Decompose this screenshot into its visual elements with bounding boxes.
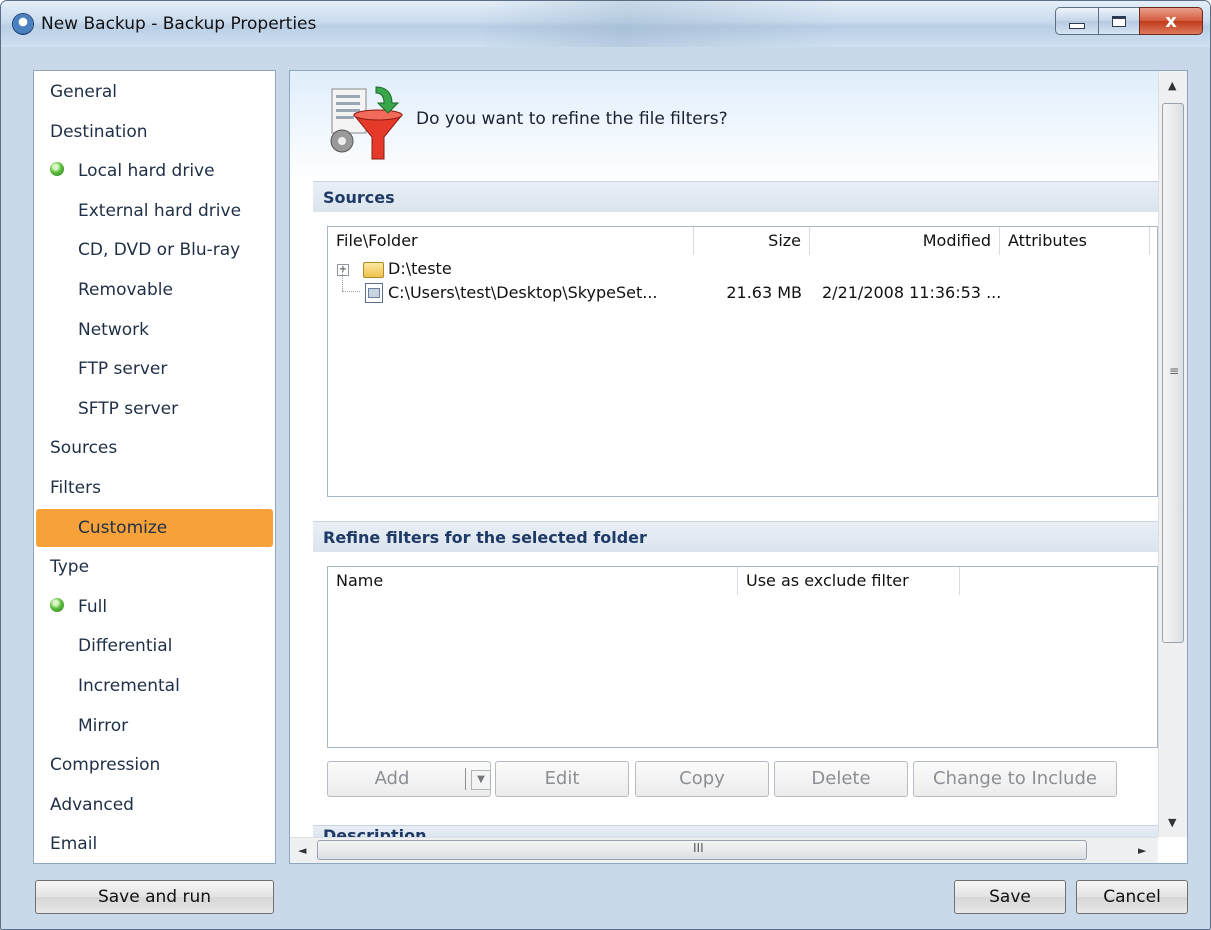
refine-filters-table[interactable]: Name Use as exclude filter [327, 566, 1158, 748]
sidebar-item-label: Advanced [50, 795, 134, 815]
wizard-question: Do you want to refine the file filters? [416, 109, 728, 129]
copy-button[interactable]: Copy [635, 761, 769, 797]
cancel-button[interactable]: Cancel [1076, 880, 1188, 914]
file-filter-icon [330, 86, 404, 160]
maximize-button[interactable] [1098, 7, 1140, 35]
chevron-down-icon[interactable]: ▼ [471, 770, 491, 790]
sidebar-item-general[interactable]: General [36, 73, 273, 111]
sidebar-item-label: SFTP server [78, 399, 179, 419]
change-to-include-button[interactable]: Change to Include [913, 761, 1117, 797]
settings-sidebar: General Destination Local hard drive Extern… [33, 70, 276, 864]
save-and-run-button[interactable]: Save and run [35, 880, 274, 914]
add-button[interactable]: Add ▼ [327, 761, 491, 797]
close-icon: x [1165, 10, 1177, 32]
sidebar-item-network[interactable]: Network [36, 311, 273, 349]
horizontal-scrollbar[interactable]: ◄ III ► [290, 837, 1158, 863]
sidebar-item-sftp-server[interactable]: SFTP server [36, 390, 273, 428]
sidebar-item-customize[interactable]: Customize [36, 509, 273, 547]
source-modified: 2/21/2008 11:36:53 ... [822, 283, 1002, 302]
refine-section-header: Refine filters for the selected folder [313, 521, 1158, 552]
sidebar-item-email[interactable]: Email [36, 825, 273, 863]
vertical-scrollbar[interactable]: ▲ ≡ ▼ [1158, 71, 1187, 837]
add-split-divider [465, 768, 466, 790]
add-label: Add [374, 768, 410, 789]
sidebar-item-incremental[interactable]: Incremental [36, 667, 273, 705]
sidebar-item-label: Mirror [78, 716, 129, 736]
sidebar-item-label: Sources [50, 438, 118, 458]
sidebar-item-removable[interactable]: Removable [36, 271, 273, 309]
sidebar-item-label: Type [50, 557, 90, 577]
tree-connector [342, 291, 360, 292]
column-header-size[interactable]: Size [694, 227, 810, 255]
sidebar-item-local-hard-drive[interactable]: Local hard drive [36, 152, 273, 190]
column-header-name[interactable]: Name [328, 567, 738, 595]
app-icon [13, 14, 33, 34]
sidebar-item-sources[interactable]: Sources [36, 429, 273, 467]
sidebar-item-label: Customize [78, 518, 168, 538]
table-row[interactable]: + D:\teste [328, 257, 1157, 281]
column-header-file-folder[interactable]: File\Folder [328, 227, 694, 255]
tree-connector [342, 269, 344, 291]
file-icon [365, 283, 383, 303]
sidebar-item-advanced[interactable]: Advanced [36, 786, 273, 824]
grip-icon: ≡ [1169, 364, 1180, 378]
sidebar-item-label: Filters [50, 478, 101, 498]
sidebar-item-ftp-server[interactable]: FTP server [36, 350, 273, 388]
sidebar-item-mirror[interactable]: Mirror [36, 707, 273, 745]
sidebar-item-differential[interactable]: Differential [36, 627, 273, 665]
sidebar-item-compression[interactable]: Compression [36, 746, 273, 784]
source-name: C:\Users\test\Desktop\SkypeSet... [388, 283, 658, 302]
status-dot-icon [50, 598, 64, 612]
sidebar-item-type[interactable]: Type [36, 548, 273, 586]
sidebar-item-filters[interactable]: Filters [36, 469, 273, 507]
scroll-up-icon[interactable]: ▲ [1168, 79, 1176, 92]
close-button[interactable]: x [1139, 7, 1203, 35]
main-panel: Do you want to refine the file filters? … [289, 70, 1188, 864]
delete-button[interactable]: Delete [774, 761, 908, 797]
sidebar-item-full[interactable]: Full [36, 588, 273, 626]
save-button[interactable]: Save [954, 880, 1066, 914]
vertical-scroll-thumb[interactable]: ≡ [1162, 103, 1184, 643]
wizard-header: Do you want to refine the file filters? [290, 71, 1158, 181]
sidebar-item-external-hard-drive[interactable]: External hard drive [36, 192, 273, 230]
sidebar-item-cd-dvd-or-blu-ray[interactable]: CD, DVD or Blu-ray [36, 231, 273, 269]
sidebar-item-label: FTP server [78, 359, 168, 379]
status-dot-icon [50, 162, 64, 176]
backup-properties-window: New Backup - Backup Properties x General… [0, 0, 1211, 930]
scroll-left-icon[interactable]: ◄ [298, 844, 306, 857]
sidebar-item-label: Differential [78, 636, 173, 656]
folder-icon [363, 262, 384, 278]
source-size: 21.63 MB [726, 283, 802, 302]
save-label: Save [989, 887, 1031, 907]
sidebar-item-label: Destination [50, 122, 148, 142]
sidebar-item-label: CD, DVD or Blu-ray [78, 240, 241, 260]
sidebar-item-label: Network [78, 320, 149, 340]
minimize-button[interactable] [1055, 7, 1099, 35]
minimize-icon [1069, 23, 1085, 29]
sidebar-item-label: Email [50, 834, 98, 854]
window-title: New Backup - Backup Properties [41, 14, 317, 34]
grip-icon: III [693, 841, 704, 855]
table-row[interactable]: C:\Users\test\Desktop\SkypeSet... 21.63 … [328, 269, 1157, 305]
sidebar-item-destination[interactable]: Destination [36, 113, 273, 151]
source-name: D:\teste [388, 259, 452, 278]
edit-button[interactable]: Edit [495, 761, 629, 797]
sidebar-item-label: Removable [78, 280, 173, 300]
column-header-modified[interactable]: Modified [810, 227, 1000, 255]
horizontal-scroll-thumb[interactable]: III [317, 840, 1087, 860]
title-bar[interactable]: New Backup - Backup Properties x [1, 1, 1210, 47]
scroll-right-icon[interactable]: ► [1138, 844, 1146, 857]
sources-table[interactable]: File\Folder Size Modified Attributes + D… [327, 226, 1158, 497]
maximize-icon [1112, 15, 1126, 27]
sidebar-item-label: Incremental [78, 676, 180, 696]
column-header-exclude[interactable]: Use as exclude filter [738, 567, 960, 595]
scroll-down-icon[interactable]: ▼ [1168, 816, 1176, 829]
sidebar-item-label: Local hard drive [78, 161, 215, 181]
sidebar-item-label: General [50, 82, 117, 102]
sidebar-item-label: Full [78, 597, 108, 617]
sidebar-item-label: External hard drive [78, 201, 242, 221]
sidebar-item-label: Compression [50, 755, 161, 775]
sources-section-header: Sources [313, 181, 1158, 212]
column-header-attributes[interactable]: Attributes [1000, 227, 1150, 255]
